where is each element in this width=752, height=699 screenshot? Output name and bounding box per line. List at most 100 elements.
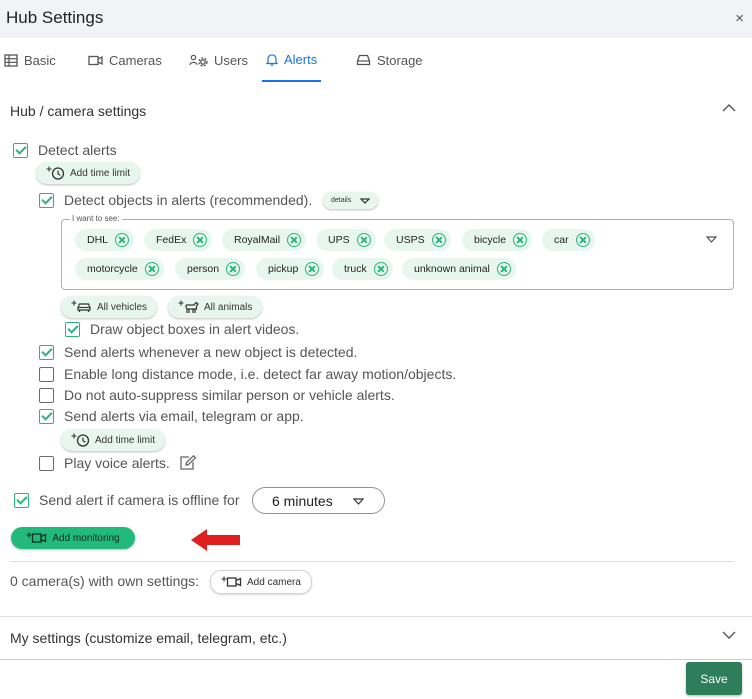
detect-objects-checkbox[interactable]: Detect objects in alerts (recommended). (39, 191, 312, 209)
checkbox-label: Play voice alerts. (64, 455, 170, 471)
details-button[interactable]: details (323, 192, 379, 209)
tab-cameras[interactable]: Cameras (88, 38, 162, 82)
add-monitoring-button[interactable]: Add monitoring (11, 527, 135, 549)
object-picker[interactable]: I want to see: DHL FedEx RoyalMail UPS U… (61, 214, 734, 290)
checkbox-label: Send alerts via email, telegram or app. (64, 408, 304, 424)
remove-circle-icon[interactable] (575, 233, 590, 247)
caret-down-icon[interactable] (706, 236, 717, 243)
button-label: details (331, 197, 352, 204)
button-label: Add time limit (95, 434, 156, 446)
remove-circle-icon[interactable] (144, 262, 159, 276)
remove-circle-icon[interactable] (513, 233, 528, 247)
add-time-limit-button[interactable]: Add time limit (36, 162, 141, 184)
section-title: My settings (customize email, telegram, … (10, 630, 287, 646)
divider (0, 659, 752, 660)
checkbox[interactable] (39, 366, 54, 382)
hard-drive-icon (356, 54, 371, 66)
new-object-alert-checkbox[interactable]: Send alerts whenever a new object is det… (39, 343, 357, 361)
tab-label: Users (214, 52, 248, 68)
button-label: All animals (204, 301, 253, 313)
add-time-limit-button-2[interactable]: Add time limit (61, 429, 166, 451)
chip-label: unknown animal (414, 263, 490, 275)
detect-alerts-checkbox[interactable]: Detect alerts (13, 141, 117, 159)
chip-royalmail: RoyalMail (222, 229, 307, 251)
edit-icon[interactable] (179, 455, 197, 471)
table-icon (4, 53, 18, 67)
select-value: 6 minutes (272, 492, 333, 509)
checkbox[interactable] (39, 455, 54, 471)
checkbox[interactable] (14, 492, 29, 508)
save-button[interactable]: Save (686, 662, 742, 695)
section-title: Hub / camera settings (10, 103, 147, 119)
tab-alerts[interactable]: Alerts (262, 38, 322, 82)
bell-icon (266, 53, 278, 66)
tab-users[interactable]: Users (189, 38, 248, 82)
chip-label: pickup (268, 263, 299, 275)
button-label: Add time limit (70, 167, 131, 179)
long-distance-checkbox[interactable]: Enable long distance mode, i.e. detect f… (39, 365, 456, 383)
own-settings-row: 0 camera(s) with own settings: (10, 571, 199, 591)
caret-down-icon (360, 197, 371, 204)
chip-label: DHL (87, 234, 109, 246)
tab-label: Cameras (109, 52, 162, 68)
add-camera-button[interactable]: Add camera (210, 570, 312, 594)
chip-pickup: pickup (256, 258, 325, 280)
chip-person: person (175, 258, 246, 280)
send-alerts-email-checkbox[interactable]: Send alerts via email, telegram or app. (39, 407, 304, 425)
plus-animal-icon (178, 300, 199, 313)
remove-circle-icon[interactable] (373, 262, 388, 276)
plus-camera-icon (221, 576, 242, 587)
hub-settings-header[interactable]: Hub / camera settings (0, 89, 752, 133)
annotation-arrow-icon (191, 529, 240, 551)
remove-circle-icon[interactable] (115, 233, 130, 247)
checkbox-label: Send alerts whenever a new object is det… (64, 344, 358, 360)
checkbox-label: Do not auto-suppress similar person or v… (64, 387, 395, 403)
chevron-down-icon[interactable] (722, 631, 736, 640)
chip-ups: UPS (316, 229, 376, 251)
chip-motorcycle: motorcycle (75, 258, 164, 280)
remove-circle-icon[interactable] (356, 233, 371, 247)
checkbox[interactable] (13, 142, 28, 158)
all-vehicles-button[interactable]: All vehicles (61, 296, 158, 318)
chip-bicycle: bicycle (462, 229, 533, 251)
tab-label: Storage (377, 52, 423, 68)
checkbox[interactable] (39, 192, 54, 208)
caret-down-icon (353, 498, 364, 505)
remove-circle-icon[interactable] (431, 233, 446, 247)
tab-storage[interactable]: Storage (356, 38, 423, 82)
tab-label: Basic (24, 52, 56, 68)
no-auto-suppress-checkbox[interactable]: Do not auto-suppress similar person or v… (39, 386, 395, 404)
remove-circle-icon[interactable] (305, 262, 320, 276)
chip-label: car (554, 234, 569, 246)
chevron-up-icon[interactable] (722, 103, 736, 112)
picker-legend: I want to see: (70, 214, 122, 223)
checkbox-label: Draw object boxes in alert videos. (90, 321, 300, 337)
tab-label: Alerts (284, 51, 318, 67)
remove-circle-icon[interactable] (287, 233, 302, 247)
checkbox-label: Detect objects in alerts (recommended). (64, 192, 313, 208)
tab-basic[interactable]: Basic (4, 38, 56, 82)
remove-circle-icon[interactable] (226, 262, 241, 276)
checkbox[interactable] (39, 344, 54, 360)
checkbox[interactable] (65, 321, 80, 337)
checkbox[interactable] (39, 408, 54, 424)
video-camera-icon (88, 55, 103, 65)
button-label: All vehicles (97, 301, 148, 313)
remove-circle-icon[interactable] (193, 233, 208, 247)
chip-label: motorcycle (87, 263, 138, 275)
my-settings-header[interactable]: My settings (customize email, telegram, … (0, 617, 752, 659)
remove-circle-icon[interactable] (496, 262, 511, 276)
users-gear-icon (189, 54, 208, 67)
draw-boxes-checkbox[interactable]: Draw object boxes in alert videos. (65, 320, 299, 338)
all-animals-button[interactable]: All animals (168, 296, 263, 318)
offline-duration-select[interactable]: 6 minutes (252, 487, 385, 514)
close-icon[interactable]: × (735, 10, 744, 27)
plus-clock-icon (46, 166, 65, 180)
voice-alerts-checkbox[interactable]: Play voice alerts. (39, 454, 197, 472)
chip-car: car (542, 229, 595, 251)
checkbox[interactable] (39, 387, 54, 403)
dialog-titlebar: Hub Settings × (0, 0, 752, 38)
offline-alert-checkbox[interactable]: Send alert if camera is offline for (14, 491, 240, 509)
chip-label: person (187, 263, 220, 275)
chip-unknown-animal: unknown animal (402, 258, 516, 280)
